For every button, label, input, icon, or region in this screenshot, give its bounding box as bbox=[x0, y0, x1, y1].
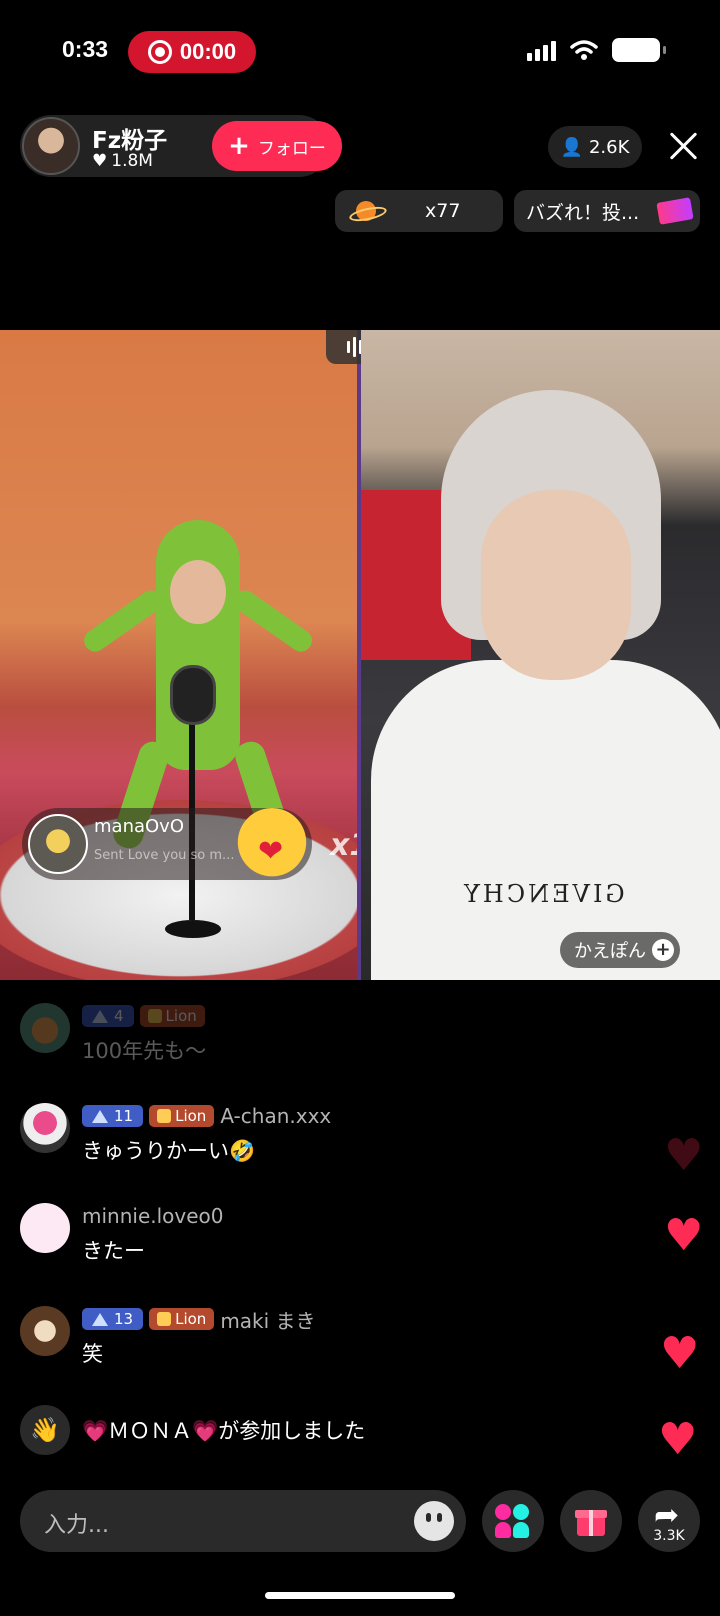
avatar[interactable] bbox=[20, 1203, 70, 1253]
guest-name: かえぽん bbox=[574, 941, 646, 962]
system-icons bbox=[527, 38, 666, 62]
guest-video[interactable]: GIVENCHY bbox=[361, 330, 720, 980]
lion-badge: Lion bbox=[149, 1308, 215, 1330]
home-indicator[interactable] bbox=[265, 1592, 455, 1599]
join-text: 💗ＭＯＮＡ💗が参加しました bbox=[82, 1419, 366, 1443]
comment-text: きたー bbox=[82, 1239, 145, 1263]
follow-button[interactable]: + フォロー bbox=[212, 121, 342, 171]
planet-icon bbox=[349, 199, 381, 223]
host-info[interactable]: Fz粉子 ♥ 1.8M + フォロー bbox=[20, 115, 342, 177]
signal-icon bbox=[527, 39, 556, 61]
gift-sender-name: manaOvO bbox=[94, 816, 184, 837]
plus-icon: + bbox=[228, 131, 250, 161]
microphone bbox=[170, 665, 216, 725]
host-likes: ♥ 1.8M bbox=[92, 151, 153, 171]
comment-username[interactable]: A-chan.xxx bbox=[220, 1104, 331, 1128]
host-video[interactable] bbox=[0, 330, 357, 980]
comment-input-placeholder: 入力... bbox=[44, 1513, 109, 1538]
avatar[interactable] bbox=[20, 1003, 70, 1053]
heart-icon: ♥ bbox=[664, 1210, 704, 1261]
heart-icon: ♥ bbox=[664, 1130, 704, 1181]
battery-icon bbox=[612, 38, 666, 62]
gift-banner[interactable]: manaOvO Sent Love you so m... bbox=[22, 808, 312, 884]
level-icon bbox=[92, 1312, 108, 1326]
share-count: 3.3K bbox=[653, 1528, 685, 1544]
share-button[interactable]: ➦ 3.3K bbox=[638, 1490, 700, 1552]
comment-username[interactable]: maki まき bbox=[220, 1305, 315, 1334]
avatar[interactable] bbox=[20, 1103, 70, 1153]
heart-icon: ♥ bbox=[658, 1414, 698, 1465]
emoji-icon[interactable] bbox=[414, 1501, 454, 1541]
gift-icon bbox=[575, 1504, 607, 1536]
ranking-value: x77 bbox=[425, 200, 461, 222]
guest-face bbox=[481, 490, 631, 680]
host-likes-count: 1.8M bbox=[111, 151, 153, 171]
gift-button[interactable] bbox=[560, 1490, 622, 1552]
comment-text: きゅうりかーい🤣 bbox=[82, 1139, 256, 1163]
host-name: Fz粉子 bbox=[92, 128, 168, 154]
comment-text: 笑 bbox=[82, 1342, 103, 1366]
level-badge: 4 bbox=[82, 1005, 134, 1027]
close-icon[interactable] bbox=[666, 128, 702, 164]
avatar[interactable] bbox=[20, 1306, 70, 1356]
host-avatar[interactable] bbox=[22, 117, 80, 175]
comment-input[interactable]: 入力... bbox=[20, 1490, 466, 1552]
status-bar: 0:33 00:00 bbox=[0, 0, 720, 100]
shirt-text: GIVENCHY bbox=[461, 880, 625, 908]
ticket-icon bbox=[656, 197, 694, 225]
promo-label: バズれ！投... bbox=[526, 201, 640, 224]
plus-icon[interactable]: + bbox=[652, 939, 674, 961]
join-notification: 👋 💗ＭＯＮＡ💗が参加しました bbox=[20, 1405, 365, 1455]
recording-time: 00:00 bbox=[179, 39, 237, 64]
viewer-count-value: 2.6K bbox=[588, 136, 630, 158]
wifi-icon bbox=[570, 40, 598, 60]
clock: 0:33 bbox=[62, 36, 109, 62]
comment-username[interactable]: minnie.loveo0 bbox=[82, 1204, 224, 1228]
person-icon: 👤 bbox=[560, 136, 583, 158]
record-icon bbox=[147, 40, 172, 64]
gift-sender-avatar bbox=[28, 814, 88, 874]
heart-icon: ♥ bbox=[660, 1328, 700, 1379]
lion-badge: Lion bbox=[149, 1105, 215, 1127]
level-badge: 11 bbox=[82, 1105, 144, 1127]
viewer-count[interactable]: 👤 2.6K bbox=[548, 126, 642, 168]
level-badge: 13 bbox=[82, 1308, 144, 1330]
promo-pill[interactable]: バズれ！投... bbox=[514, 190, 700, 232]
comment-text: 100年先も〜 bbox=[82, 1039, 207, 1063]
lion-badge: Lion bbox=[139, 1005, 205, 1027]
live-battle: manaOvO Sent Love you so m... x1 GIVENCH… bbox=[0, 330, 720, 980]
ranking-pill[interactable]: x77 bbox=[335, 190, 503, 232]
follow-label: フォロー bbox=[257, 138, 326, 159]
screen-recording-indicator[interactable]: 00:00 bbox=[128, 31, 256, 73]
wave-hand-icon: 👋 bbox=[20, 1405, 70, 1455]
level-icon bbox=[92, 1109, 108, 1123]
gift-message: Sent Love you so m... bbox=[94, 848, 234, 863]
heart-icon: ♥ bbox=[92, 151, 108, 171]
level-icon bbox=[92, 1009, 108, 1023]
collab-icon bbox=[495, 1504, 531, 1538]
collab-button[interactable] bbox=[482, 1490, 544, 1552]
guest-name-chip[interactable]: かえぽん + bbox=[560, 932, 680, 968]
love-gift-icon bbox=[234, 808, 310, 884]
